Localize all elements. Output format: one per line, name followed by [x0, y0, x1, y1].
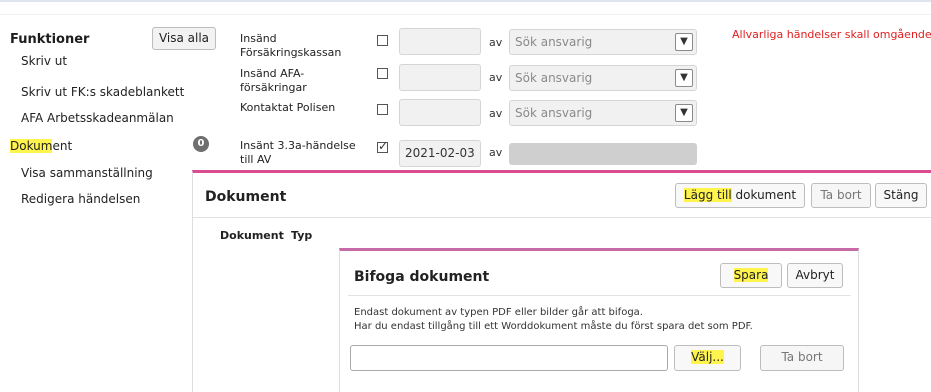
- top-bar: [0, 0, 931, 14]
- sidebar-title: Funktioner: [10, 32, 90, 47]
- column-header-typ[interactable]: Typ: [291, 229, 312, 242]
- date-field-fk[interactable]: [399, 28, 481, 55]
- label-afa: Insänd AFA-försäkringar: [240, 67, 307, 94]
- highlighted-text: Spara: [733, 268, 769, 282]
- info-text: Har du endast tillgång till ett Worddoku…: [354, 321, 753, 332]
- sidebar-item-label: ent: [52, 139, 73, 153]
- remove-file-button[interactable]: Ta bort: [760, 345, 844, 371]
- label-av-3-3a: Insänt 3.3a-händelse till AV: [240, 139, 356, 166]
- dialog-title: Bifoga dokument: [354, 269, 490, 285]
- sidebar-item-visa-sammanstallning[interactable]: Visa sammanställning: [21, 166, 153, 180]
- warning-text: Allvarliga händelser skall omgående: [732, 28, 931, 41]
- checkbox-fk[interactable]: [377, 35, 388, 46]
- choose-file-button[interactable]: Välj...: [674, 345, 741, 371]
- chevron-down-icon[interactable]: ▼: [675, 33, 693, 51]
- checkbox-afa[interactable]: [377, 68, 388, 79]
- chevron-down-icon[interactable]: ▼: [675, 69, 693, 87]
- sidebar-item-skriv-ut[interactable]: Skriv ut: [21, 54, 67, 68]
- divider: [193, 217, 931, 218]
- file-path-input[interactable]: [350, 345, 668, 371]
- select-placeholder: Sök ansvarig: [515, 71, 593, 85]
- button-label: dokument: [731, 188, 797, 202]
- highlighted-text: Välj...: [691, 350, 724, 364]
- chevron-down-icon[interactable]: ▼: [675, 104, 693, 122]
- select-placeholder: Sök ansvarig: [515, 35, 593, 49]
- top-divider: [0, 14, 931, 15]
- responsible-select-afa[interactable]: Sök ansvarig ▼: [509, 65, 697, 91]
- av-label: av: [489, 71, 503, 84]
- date-field-afa[interactable]: [399, 64, 481, 91]
- info-text: Endast dokument av typen PDF eller bilde…: [354, 307, 643, 318]
- label-polisen: Kontaktat Polisen: [240, 101, 336, 114]
- close-button[interactable]: Stäng: [875, 183, 927, 208]
- document-count-badge: 0: [193, 136, 209, 152]
- add-document-button[interactable]: Lägg till dokument: [675, 183, 805, 208]
- visa-alla-button[interactable]: Visa alla: [152, 27, 216, 50]
- highlighted-text: Lägg till: [683, 188, 732, 202]
- select-placeholder: Sök ansvarig: [515, 106, 593, 120]
- responsible-select-fk[interactable]: Sök ansvarig ▼: [509, 29, 697, 55]
- remove-button[interactable]: Ta bort: [811, 183, 871, 208]
- sidebar-item-fk-skadeblankett[interactable]: Skriv ut FK:s skadeblankett: [21, 85, 184, 99]
- responsible-select-polisen[interactable]: Sök ansvarig ▼: [509, 100, 697, 126]
- date-field-polisen[interactable]: [399, 99, 481, 126]
- dialog-title: Dokument: [205, 189, 287, 205]
- av-label: av: [489, 107, 503, 120]
- checkbox-polisen[interactable]: [377, 104, 388, 115]
- label-fk: Insänd Försäkringskassan: [240, 32, 342, 59]
- av-label: av: [489, 146, 503, 159]
- highlighted-text: Dokum: [10, 139, 53, 153]
- divider: [348, 295, 851, 296]
- cancel-button[interactable]: Avbryt: [787, 263, 843, 288]
- sidebar-item-afa[interactable]: AFA Arbetsskadeanmälan: [21, 111, 174, 125]
- sidebar-item-dokument[interactable]: Dokument: [10, 139, 72, 153]
- date-field-av-3-3a[interactable]: 2021-02-03: [399, 140, 481, 167]
- bifoga-dialog: Bifoga dokument Spara Avbryt Endast doku…: [339, 248, 859, 392]
- save-button[interactable]: Spara: [720, 263, 782, 288]
- checkbox-av-3-3a[interactable]: [377, 139, 388, 153]
- column-header-dokument[interactable]: Dokument: [220, 229, 284, 242]
- sidebar-item-redigera[interactable]: Redigera händelsen: [21, 192, 140, 206]
- av-label: av: [489, 36, 503, 49]
- redacted-responsible: [509, 143, 697, 165]
